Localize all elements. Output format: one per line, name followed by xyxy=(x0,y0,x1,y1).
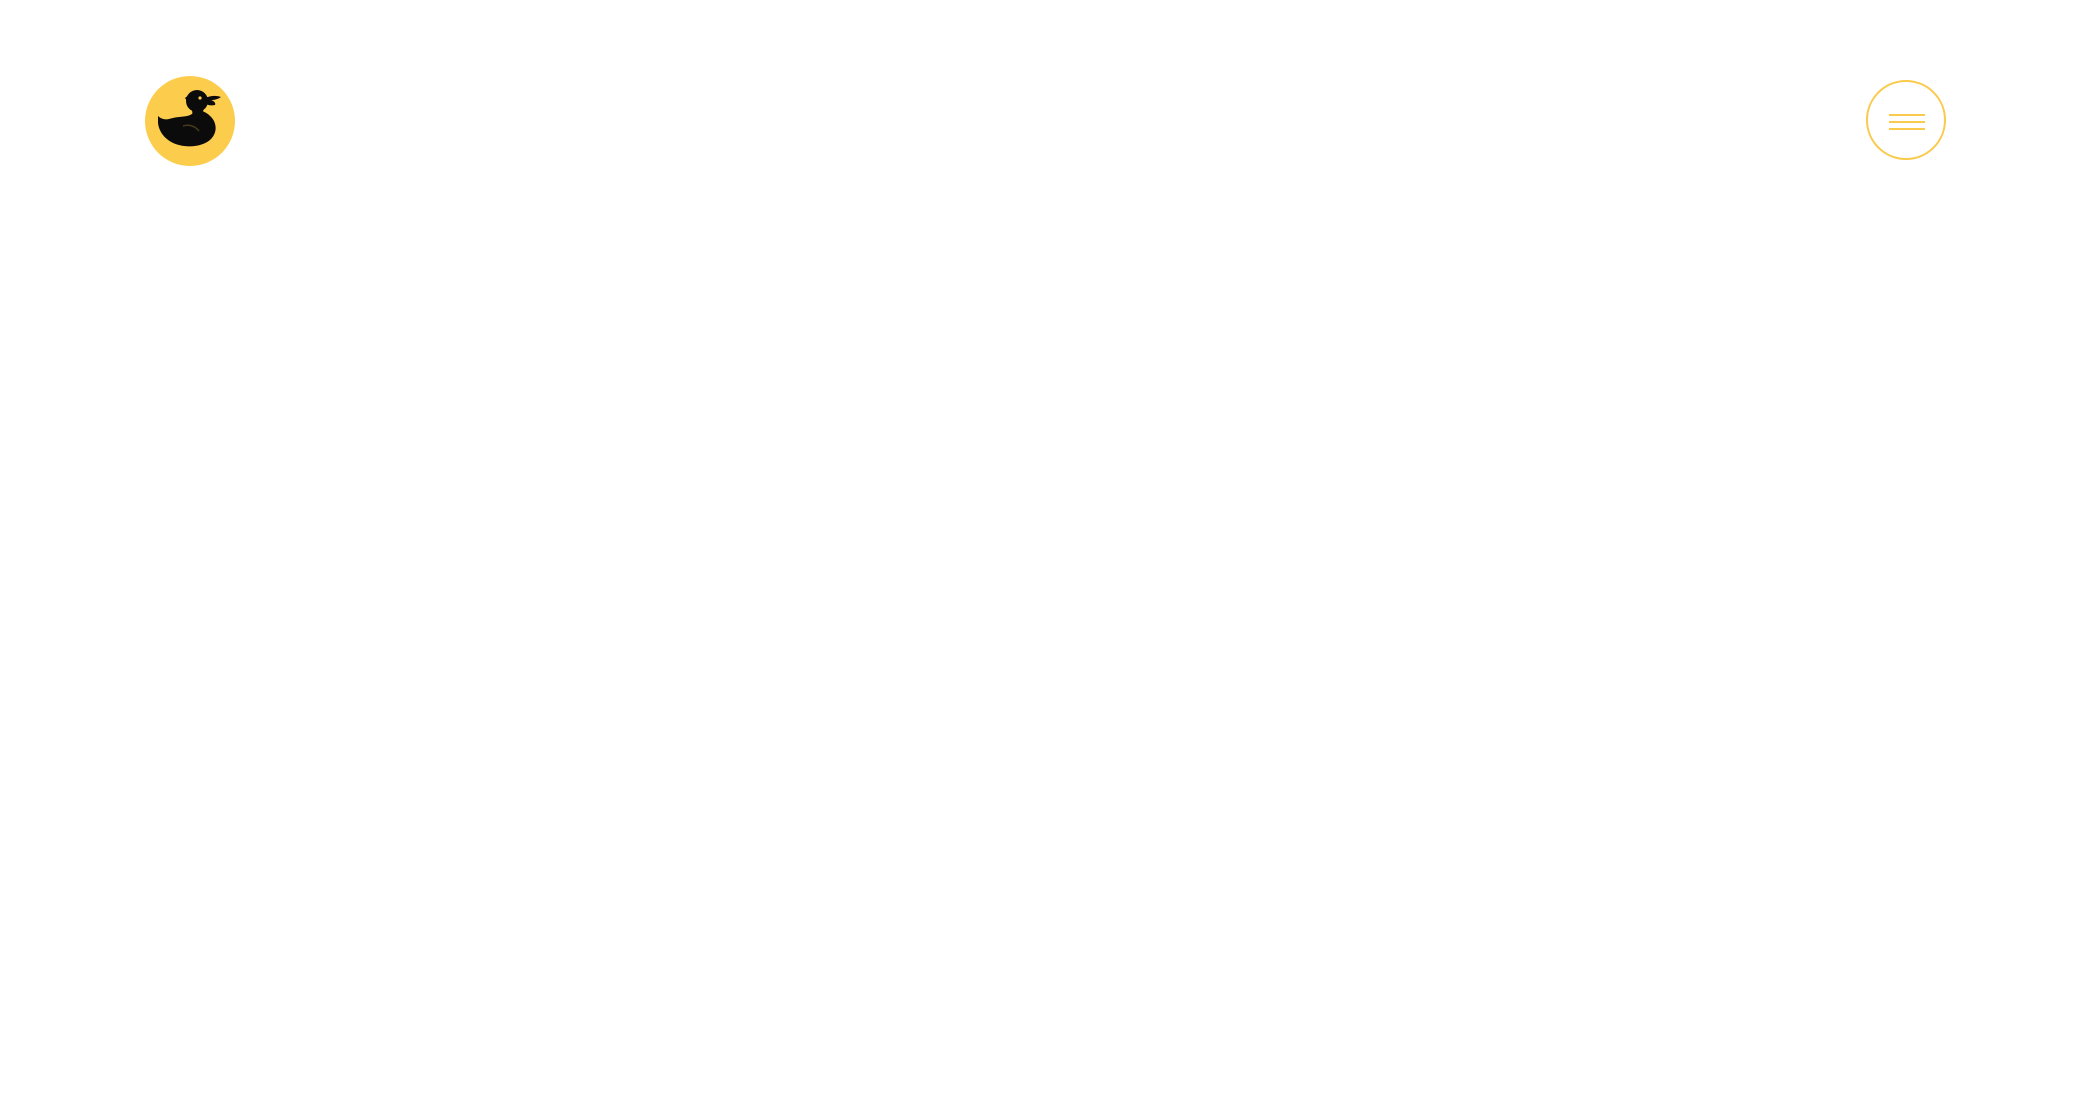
menu-bar-bottom xyxy=(1889,128,1925,130)
menu-button[interactable] xyxy=(1866,80,1946,160)
hamburger-menu-icon xyxy=(1889,114,1925,130)
page xyxy=(0,0,2090,1098)
site-logo[interactable] xyxy=(145,76,235,166)
rubber-duck-icon xyxy=(145,76,235,166)
menu-bar-top xyxy=(1889,114,1925,116)
menu-bar-middle xyxy=(1889,121,1925,123)
